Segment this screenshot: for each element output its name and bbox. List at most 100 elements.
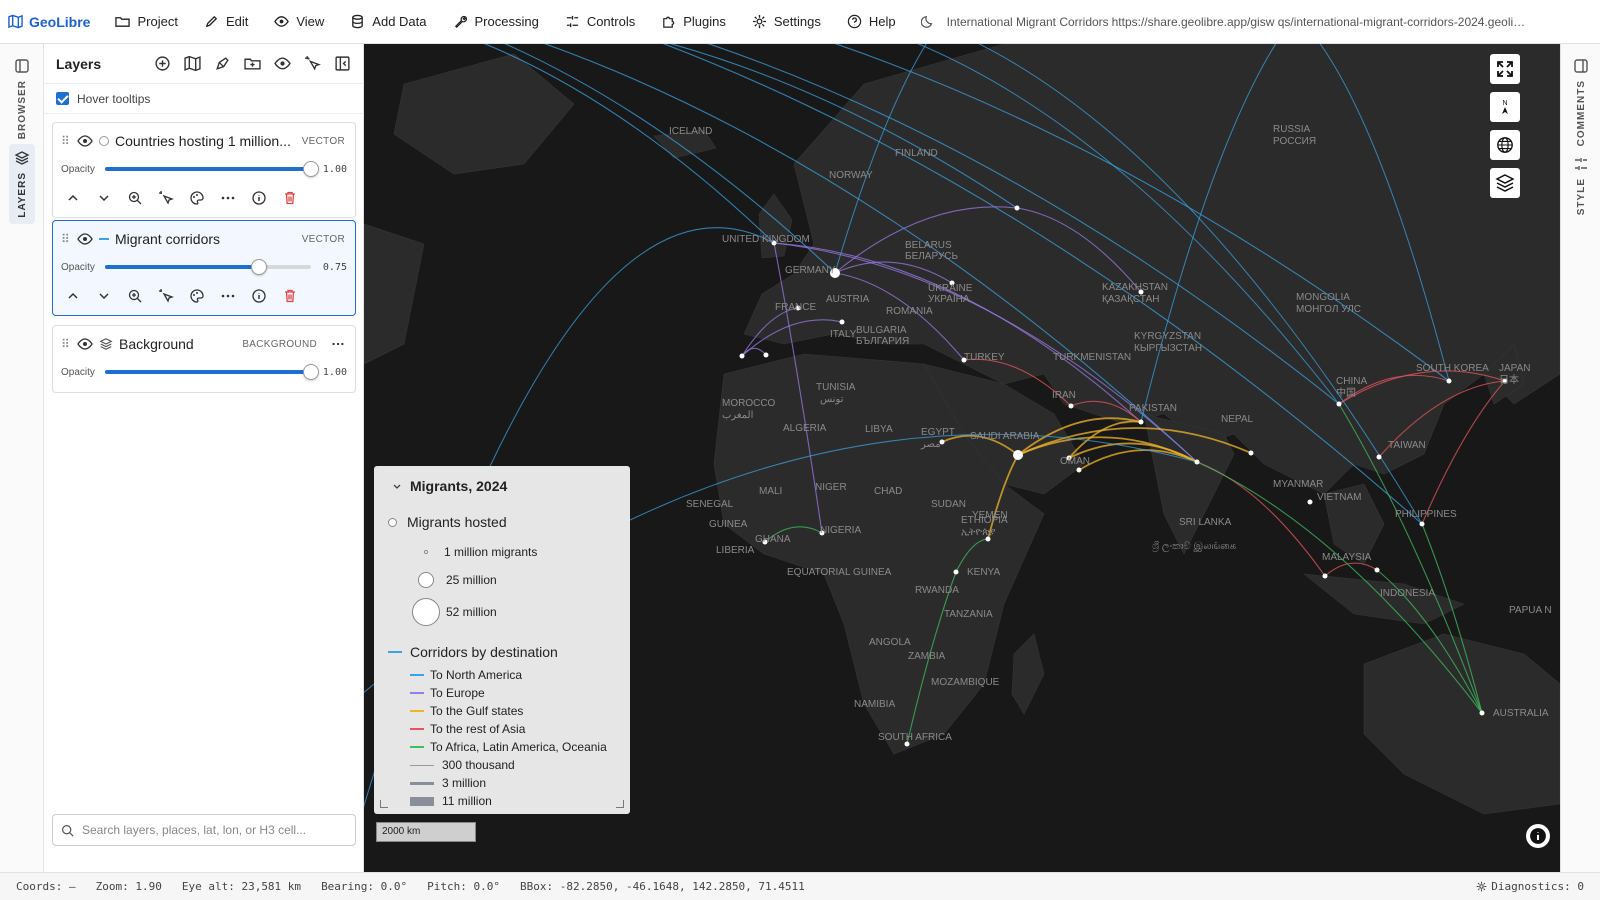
rail-tab-browser[interactable]: BROWSER xyxy=(9,58,35,139)
theme-toggle[interactable] xyxy=(909,15,947,29)
app-brand[interactable]: GeoLibre xyxy=(0,14,102,30)
map-legend: Migrants, 2024 Migrants hosted 1 million… xyxy=(374,466,630,814)
zoom-to-layer-icon[interactable] xyxy=(127,190,143,206)
menu-label: Add Data xyxy=(372,14,427,29)
menu-add-data[interactable]: Add Data xyxy=(337,0,439,43)
resize-handle-icon[interactable] xyxy=(380,800,388,808)
menu-settings[interactable]: Settings xyxy=(739,0,834,43)
layer-card-migrant-corridors[interactable]: ⠿ Migrant corridors VECTOR Opacity 0.75 xyxy=(52,220,356,316)
slider-knob[interactable] xyxy=(303,364,319,380)
identify-icon[interactable] xyxy=(158,190,174,206)
country-circle[interactable] xyxy=(1419,521,1425,527)
palette-icon[interactable] xyxy=(189,190,205,206)
visibility-eye-icon[interactable] xyxy=(77,336,93,352)
country-circle[interactable] xyxy=(1322,573,1328,579)
menu-view[interactable]: View xyxy=(261,0,337,43)
menu-edit[interactable]: Edit xyxy=(191,0,261,43)
map-label: IRAN xyxy=(1052,390,1076,401)
globe-button[interactable] xyxy=(1490,130,1520,160)
country-circle[interactable] xyxy=(1307,499,1313,505)
add-group-icon[interactable] xyxy=(244,55,261,72)
add-layer-icon[interactable] xyxy=(154,55,171,72)
hover-tooltips-checkbox[interactable] xyxy=(56,92,69,105)
menu-help[interactable]: Help xyxy=(834,0,909,43)
country-circle[interactable] xyxy=(739,353,745,359)
move-up-icon[interactable] xyxy=(65,288,81,304)
resize-handle-icon[interactable] xyxy=(616,800,624,808)
attribution-button[interactable] xyxy=(1526,824,1550,848)
menu-processing[interactable]: Processing xyxy=(440,0,552,43)
layer-card-background[interactable]: ⠿ Background BACKGROUND Opacity 1.00 xyxy=(52,325,356,393)
move-down-icon[interactable] xyxy=(96,288,112,304)
rail-tab-layers[interactable]: LAYERS xyxy=(9,144,35,224)
country-circle[interactable] xyxy=(839,319,845,325)
rail-tab-style[interactable]: STYLE xyxy=(1568,156,1594,215)
more-icon[interactable] xyxy=(220,288,236,304)
drag-handle-icon[interactable]: ⠿ xyxy=(61,337,71,351)
status-eye-alt: Eye alt: 23,581 km xyxy=(181,880,302,893)
country-circle[interactable] xyxy=(1068,403,1074,409)
drag-handle-icon[interactable]: ⠿ xyxy=(61,134,71,148)
country-circle[interactable] xyxy=(1194,459,1200,465)
compass-button[interactable]: N xyxy=(1490,92,1520,122)
move-up-icon[interactable] xyxy=(65,190,81,206)
visibility-eye-icon[interactable] xyxy=(77,231,93,247)
identify-icon[interactable] xyxy=(304,55,321,72)
layers-panel-header: Layers xyxy=(44,44,363,84)
info-icon[interactable] xyxy=(251,190,267,206)
basemap-icon[interactable] xyxy=(184,55,201,72)
country-circle[interactable] xyxy=(1076,467,1082,473)
slider-knob[interactable] xyxy=(251,259,268,275)
menu-plugins[interactable]: Plugins xyxy=(648,0,739,43)
info-icon[interactable] xyxy=(251,288,267,304)
fullscreen-button[interactable] xyxy=(1490,54,1520,84)
opacity-value: 1.00 xyxy=(322,163,347,175)
info-icon xyxy=(1530,828,1546,844)
delete-icon[interactable] xyxy=(282,288,298,304)
opacity-slider[interactable] xyxy=(104,364,319,380)
share-url[interactable]: https://share.geolibre.app/gisw qs/inter… xyxy=(1112,15,1532,29)
country-circle[interactable] xyxy=(763,352,769,358)
drag-handle-icon[interactable]: ⠿ xyxy=(61,232,71,246)
collapse-panel-icon[interactable] xyxy=(334,55,351,72)
country-circle[interactable] xyxy=(1376,454,1382,460)
chevron-down-icon[interactable] xyxy=(392,482,402,492)
map-label: PAPUA N xyxy=(1509,605,1552,616)
more-icon[interactable] xyxy=(331,337,345,351)
eye-icon[interactable] xyxy=(274,55,291,72)
country-circle[interactable] xyxy=(1013,450,1023,460)
slider-knob[interactable] xyxy=(303,161,319,177)
legend-width-list: 300 thousand 3 million 11 million xyxy=(410,756,515,810)
country-circle[interactable] xyxy=(1479,710,1485,716)
map-label: SOUTH AFRICA xyxy=(878,732,952,743)
menu-controls[interactable]: Controls xyxy=(552,0,648,43)
circle-symbol-icon xyxy=(424,550,428,554)
layer-search-input[interactable]: Search layers, places, lat, lon, or H3 c… xyxy=(52,814,356,846)
draw-icon[interactable] xyxy=(214,55,231,72)
country-circle[interactable] xyxy=(1374,567,1380,573)
map-canvas[interactable]: ICELAND FINLAND NORWAY RUSSIA РОССИЯ UNITED K… xyxy=(364,44,1560,872)
country-circle[interactable] xyxy=(1014,205,1020,211)
visibility-eye-icon[interactable] xyxy=(77,133,93,149)
map-label: SRI LANKA xyxy=(1179,517,1232,528)
opacity-slider[interactable] xyxy=(104,161,319,177)
hover-tooltips-toggle[interactable]: Hover tooltips xyxy=(44,84,363,114)
rail-tab-comments[interactable]: COMMENTS xyxy=(1568,58,1594,146)
menu-project[interactable]: Project xyxy=(102,0,190,43)
basemap-switcher-button[interactable] xyxy=(1490,168,1520,198)
move-down-icon[interactable] xyxy=(96,190,112,206)
country-circle[interactable] xyxy=(953,569,959,575)
country-circle[interactable] xyxy=(1336,401,1342,407)
identify-icon[interactable] xyxy=(158,288,174,304)
country-circle[interactable] xyxy=(1248,450,1254,456)
zoom-to-layer-icon[interactable] xyxy=(127,288,143,304)
country-circle[interactable] xyxy=(1138,419,1144,425)
diagnostics-button[interactable]: Diagnostics: 0 xyxy=(1476,880,1584,893)
map-label: CHINA xyxy=(1336,376,1367,387)
delete-icon[interactable] xyxy=(282,190,298,206)
country-circle[interactable] xyxy=(1446,378,1452,384)
opacity-slider[interactable] xyxy=(104,259,311,275)
more-icon[interactable] xyxy=(220,190,236,206)
palette-icon[interactable] xyxy=(189,288,205,304)
layer-card-countries[interactable]: ⠿ Countries hosting 1 million... VECTOR … xyxy=(52,122,356,218)
